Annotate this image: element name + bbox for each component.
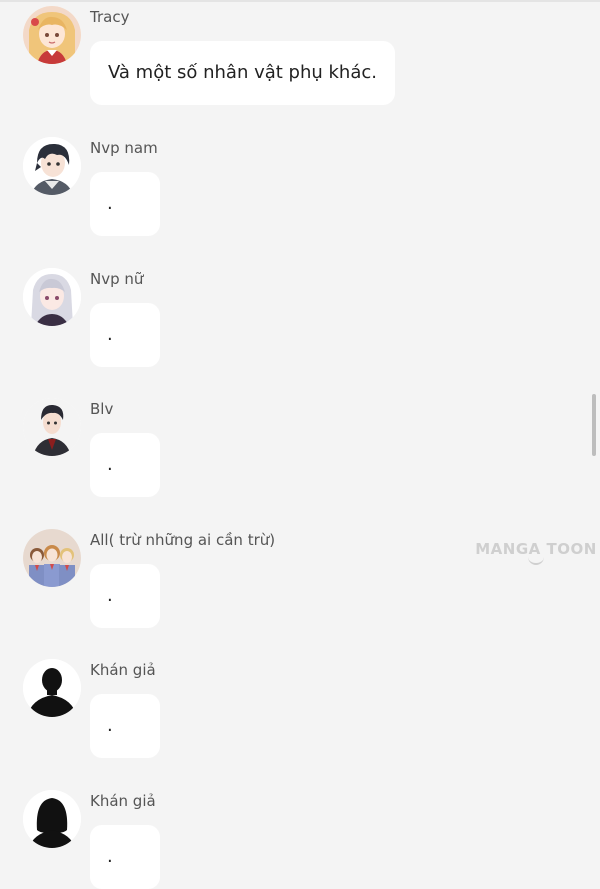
sender-name: Khán giả bbox=[90, 661, 156, 679]
anime-girl-blonde-avatar-icon[interactable] bbox=[23, 6, 81, 64]
scrollbar-thumb[interactable] bbox=[592, 394, 596, 456]
anime-boy-dark-hair-avatar-icon[interactable] bbox=[23, 137, 81, 195]
sender-name: Nvp nữ bbox=[90, 270, 144, 288]
anime-man-suit-avatar-icon[interactable] bbox=[23, 398, 81, 456]
message-bubble[interactable]: . bbox=[90, 564, 160, 628]
message-bubble[interactable]: . bbox=[90, 303, 160, 367]
sender-name: Tracy bbox=[90, 8, 130, 26]
message-bubble[interactable]: . bbox=[90, 694, 160, 758]
watermark-text: MANGA TOON bbox=[475, 540, 597, 558]
watermark-logo: MANGA TOON bbox=[474, 540, 598, 565]
female-silhouette-avatar-icon[interactable] bbox=[23, 790, 81, 848]
male-silhouette-avatar-icon[interactable] bbox=[23, 659, 81, 717]
message-bubble[interactable]: . bbox=[90, 172, 160, 236]
group-characters-avatar-icon[interactable] bbox=[23, 529, 81, 587]
chat-message-list[interactable]: Tracy Và một số nhân vật phụ khác. Nvp n… bbox=[0, 0, 600, 889]
message-bubble[interactable]: . bbox=[90, 825, 160, 889]
sender-name: All( trừ những ai cần trừ) bbox=[90, 531, 276, 549]
sender-name: Khán giả bbox=[90, 792, 156, 810]
sender-name: Nvp nam bbox=[90, 139, 158, 157]
anime-girl-silver-hair-avatar-icon[interactable] bbox=[23, 268, 81, 326]
message-bubble[interactable]: Và một số nhân vật phụ khác. bbox=[90, 41, 395, 105]
sender-name: Blv bbox=[90, 400, 114, 418]
message-bubble[interactable]: . bbox=[90, 433, 160, 497]
